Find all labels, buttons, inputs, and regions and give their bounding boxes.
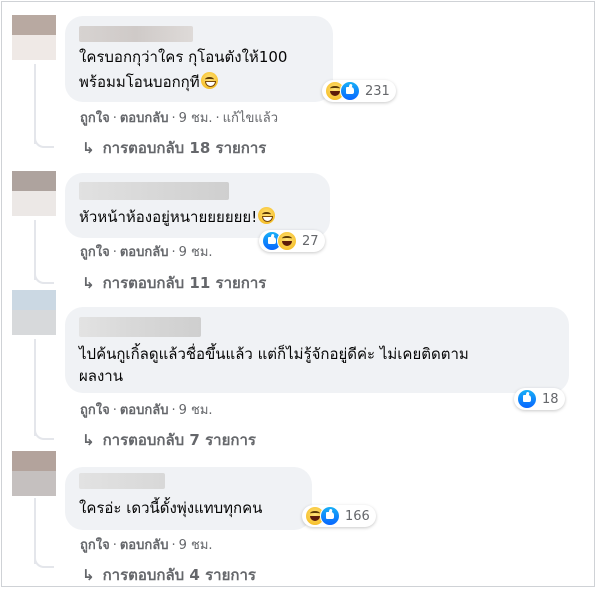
comment-actions: ถูกใจ · ตอบกลับ · 9 ชม.: [80, 403, 213, 418]
thread-line: [34, 339, 36, 436]
replies-label: การตอบกลับ 11 รายการ: [102, 274, 267, 292]
like-reaction-icon: [320, 506, 340, 526]
avatar[interactable]: [12, 451, 56, 496]
comment-bubble: ใครบอกกุว่าใคร กุโอนตังให้100 พร้อมมโอนบ…: [65, 16, 333, 102]
author-name[interactable]: [79, 473, 165, 489]
reaction-summary[interactable]: 18: [514, 388, 565, 410]
like-link[interactable]: ถูกใจ: [80, 403, 110, 418]
like-link[interactable]: ถูกใจ: [80, 538, 110, 553]
comment-text-line: ใครอ่ะ เดวนี้ดั้งพุ่งแทบทุกคน: [79, 499, 263, 517]
replies-label: การตอบกลับ 7 รายการ: [102, 431, 256, 449]
edited-label: แก้ไขแล้ว: [222, 111, 278, 126]
like-link[interactable]: ถูกใจ: [80, 245, 110, 260]
comment-actions: ถูกใจ · ตอบกลับ · 9 ชม.: [80, 538, 213, 553]
comment-bubble: ไปค้นกูเกิ้ลดูแล้วชื่อขึ้นแล้ว แต่ก็ไม่ร…: [65, 307, 569, 393]
haha-reaction-icon: [277, 231, 297, 251]
comment-text-line: พร้อมมโอนบอกกุที: [79, 71, 218, 93]
reaction-summary[interactable]: 231: [322, 80, 396, 102]
reaction-count: 27: [302, 233, 319, 249]
like-link[interactable]: ถูกใจ: [80, 111, 110, 126]
reaction-summary[interactable]: 27: [259, 230, 325, 252]
reaction-summary[interactable]: 166: [302, 505, 376, 527]
thread-connector: [34, 268, 54, 284]
like-reaction-icon: [517, 389, 537, 409]
timestamp[interactable]: 9 ชม.: [179, 538, 213, 553]
comment-bubble: หัวหน้าห้องอยู่หนายยยยยย!: [65, 173, 330, 238]
reaction-count: 18: [542, 391, 559, 407]
comment-section: ใครบอกกุว่าใคร กุโอนตังให้100 พร้อมมโอนบ…: [1, 1, 595, 587]
timestamp[interactable]: 9 ชม.: [179, 111, 213, 126]
thread-connector: [34, 424, 54, 440]
view-replies-link[interactable]: ↳ การตอบกลับ 7 รายการ: [82, 430, 256, 450]
author-name[interactable]: [79, 182, 229, 200]
reply-arrow-icon: ↳: [82, 431, 95, 449]
replies-label: การตอบกลับ 18 รายการ: [102, 139, 267, 157]
grin-emoji-icon: [200, 72, 218, 89]
like-reaction-icon: [340, 81, 360, 101]
replies-label: การตอบกลับ 4 รายการ: [102, 566, 256, 584]
reply-arrow-icon: ↳: [82, 139, 95, 157]
reply-arrow-icon: ↳: [82, 566, 95, 584]
view-replies-link[interactable]: ↳ การตอบกลับ 11 รายการ: [82, 273, 266, 293]
thread-connector: [34, 132, 54, 148]
avatar[interactable]: [12, 15, 56, 60]
comment-text-line: ผลงาน: [79, 367, 123, 385]
grin-emoji-icon: [258, 207, 276, 224]
reply-link[interactable]: ตอบกลับ: [120, 245, 169, 260]
reaction-count: 231: [365, 83, 390, 99]
reply-arrow-icon: ↳: [82, 274, 95, 292]
timestamp[interactable]: 9 ชม.: [179, 403, 213, 418]
timestamp[interactable]: 9 ชม.: [179, 245, 213, 260]
view-replies-link[interactable]: ↳ การตอบกลับ 4 รายการ: [82, 565, 256, 585]
author-name[interactable]: [79, 26, 193, 42]
comment-text-line: ไปค้นกูเกิ้ลดูแล้วชื่อขึ้นแล้ว แต่ก็ไม่ร…: [79, 345, 469, 363]
avatar[interactable]: [12, 290, 56, 335]
view-replies-link[interactable]: ↳ การตอบกลับ 18 รายการ: [82, 138, 266, 158]
comment-actions: ถูกใจ · ตอบกลับ · 9 ชม. · แก้ไขแล้ว: [80, 111, 278, 126]
comment-text-line: หัวหน้าห้องอยู่หนายยยยยย!: [79, 206, 276, 228]
reply-link[interactable]: ตอบกลับ: [120, 403, 169, 418]
reaction-count: 166: [345, 508, 370, 524]
thread-connector: [34, 552, 54, 568]
comment-text-line: ใครบอกกุว่าใคร กุโอนตังให้100: [79, 48, 288, 66]
author-name[interactable]: [79, 317, 201, 337]
comment-actions: ถูกใจ · ตอบกลับ · 9 ชม.: [80, 245, 213, 260]
comment-bubble: ใครอ่ะ เดวนี้ดั้งพุ่งแทบทุกคน: [65, 467, 312, 530]
reply-link[interactable]: ตอบกลับ: [120, 111, 169, 126]
reply-link[interactable]: ตอบกลับ: [120, 538, 169, 553]
avatar[interactable]: [12, 171, 56, 216]
